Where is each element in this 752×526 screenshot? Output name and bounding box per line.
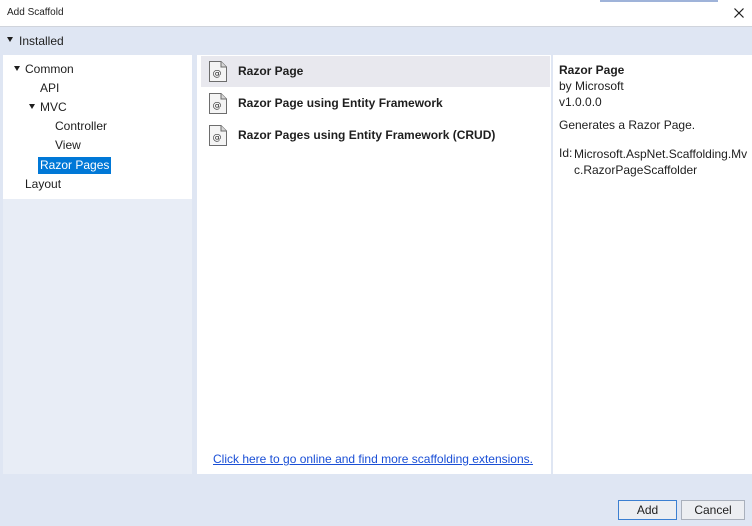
add-scaffold-dialog: Add Scaffold Installed Common API MVC Co…	[0, 0, 752, 526]
detail-id-label: Id:	[559, 146, 573, 160]
template-label: Razor Page	[238, 64, 304, 78]
details-panel: Razor Page by Microsoft v1.0.0.0 Generat…	[553, 55, 752, 474]
template-item-razor-page[interactable]: @ Razor Page	[201, 56, 550, 87]
tree-item-layout[interactable]: Layout	[23, 176, 63, 193]
installed-header[interactable]: Installed	[0, 28, 752, 52]
template-label: Razor Page using Entity Framework	[238, 96, 443, 110]
expanded-arrow-icon[interactable]	[7, 37, 13, 42]
razor-template-icon: @	[209, 125, 227, 146]
expanded-arrow-icon[interactable]	[14, 66, 20, 71]
tree-item-view[interactable]: View	[53, 137, 83, 154]
tree-empty-area	[3, 199, 192, 474]
tree-item-razor-pages[interactable]: Razor Pages	[38, 157, 112, 174]
template-label: Razor Pages using Entity Framework (CRUD…	[238, 128, 496, 142]
close-icon	[734, 8, 744, 18]
detail-name: Razor Page	[559, 63, 625, 77]
svg-text:@: @	[213, 101, 222, 111]
cancel-button[interactable]: Cancel	[681, 500, 745, 520]
template-list: @ Razor Page @ Razor Page using Entity F…	[197, 55, 551, 474]
detail-author: by Microsoft	[559, 79, 624, 93]
title-bar: Add Scaffold	[0, 0, 752, 27]
close-button[interactable]	[726, 0, 752, 26]
tree-item-controller[interactable]: Controller	[53, 118, 109, 135]
razor-template-icon: @	[209, 93, 227, 114]
installed-label: Installed	[19, 34, 64, 48]
template-item-razor-page-ef[interactable]: @ Razor Page using Entity Framework	[201, 88, 550, 119]
tree-item-common[interactable]: Common	[23, 61, 76, 78]
detail-version: v1.0.0.0	[559, 95, 602, 109]
online-extensions-link[interactable]: Click here to go online and find more sc…	[213, 452, 533, 466]
add-button[interactable]: Add	[618, 500, 677, 520]
svg-text:@: @	[213, 69, 222, 79]
detail-id-value: Microsoft.AspNet.Scaffolding.Mvc.RazorPa…	[574, 147, 748, 177]
razor-template-icon: @	[209, 61, 227, 82]
title-accent-stripe	[600, 0, 718, 2]
category-tree: Common API MVC Controller View Razor Pag…	[3, 55, 192, 199]
dialog-footer: Add Cancel	[0, 476, 752, 526]
svg-text:@: @	[213, 133, 222, 143]
window-title: Add Scaffold	[7, 7, 64, 18]
tree-item-mvc[interactable]: MVC	[38, 99, 69, 116]
detail-description: Generates a Razor Page.	[559, 118, 696, 132]
expanded-arrow-icon[interactable]	[29, 104, 35, 109]
tree-item-api[interactable]: API	[38, 80, 61, 97]
template-item-razor-pages-ef-crud[interactable]: @ Razor Pages using Entity Framework (CR…	[201, 120, 550, 151]
